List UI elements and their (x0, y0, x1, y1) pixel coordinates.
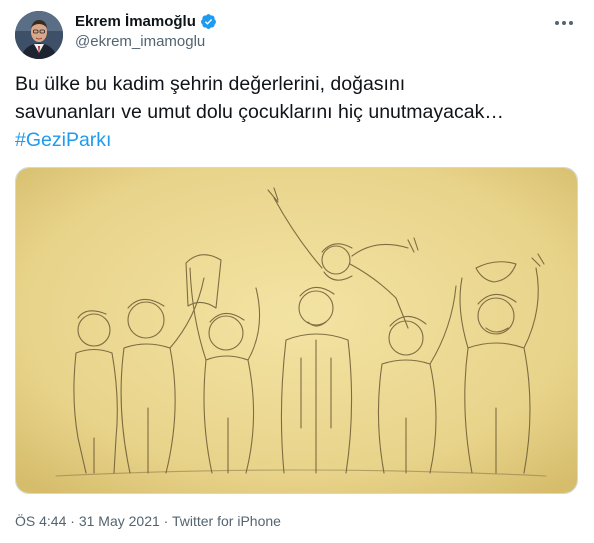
tweet-source[interactable]: Twitter for iPhone (172, 513, 281, 529)
hashtag-link[interactable]: #GeziParkı (15, 126, 585, 154)
sketch-illustration-image (16, 168, 577, 493)
tweet-meta: ÖS 4:44 · 31 May 2021 · Twitter for iPho… (15, 513, 281, 529)
more-options-icon[interactable] (552, 14, 576, 32)
tweet-text: Bu ülke bu kadim şehrin değerlerini, doğ… (15, 70, 585, 154)
tweet-card: Ekrem İmamoğlu @ekrem_imamoglu Bu ülke b… (0, 0, 594, 543)
avatar[interactable] (15, 11, 63, 59)
meta-separator: · (66, 513, 79, 529)
tweet-date[interactable]: 31 May 2021 (79, 513, 160, 529)
meta-separator: · (159, 513, 172, 529)
tweet-time[interactable]: ÖS 4:44 (15, 513, 66, 529)
user-info: Ekrem İmamoğlu @ekrem_imamoglu (75, 11, 217, 50)
user-handle[interactable]: @ekrem_imamoglu (75, 33, 217, 50)
tweet-text-line: Bu ülke bu kadim şehrin değerlerini, doğ… (15, 73, 406, 95)
tweet-media-image[interactable] (15, 167, 578, 494)
display-name[interactable]: Ekrem İmamoğlu (75, 13, 196, 30)
verified-badge-icon (200, 13, 217, 30)
tweet-text-line: savunanları ve umut dolu çocuklarını hiç… (15, 101, 504, 123)
